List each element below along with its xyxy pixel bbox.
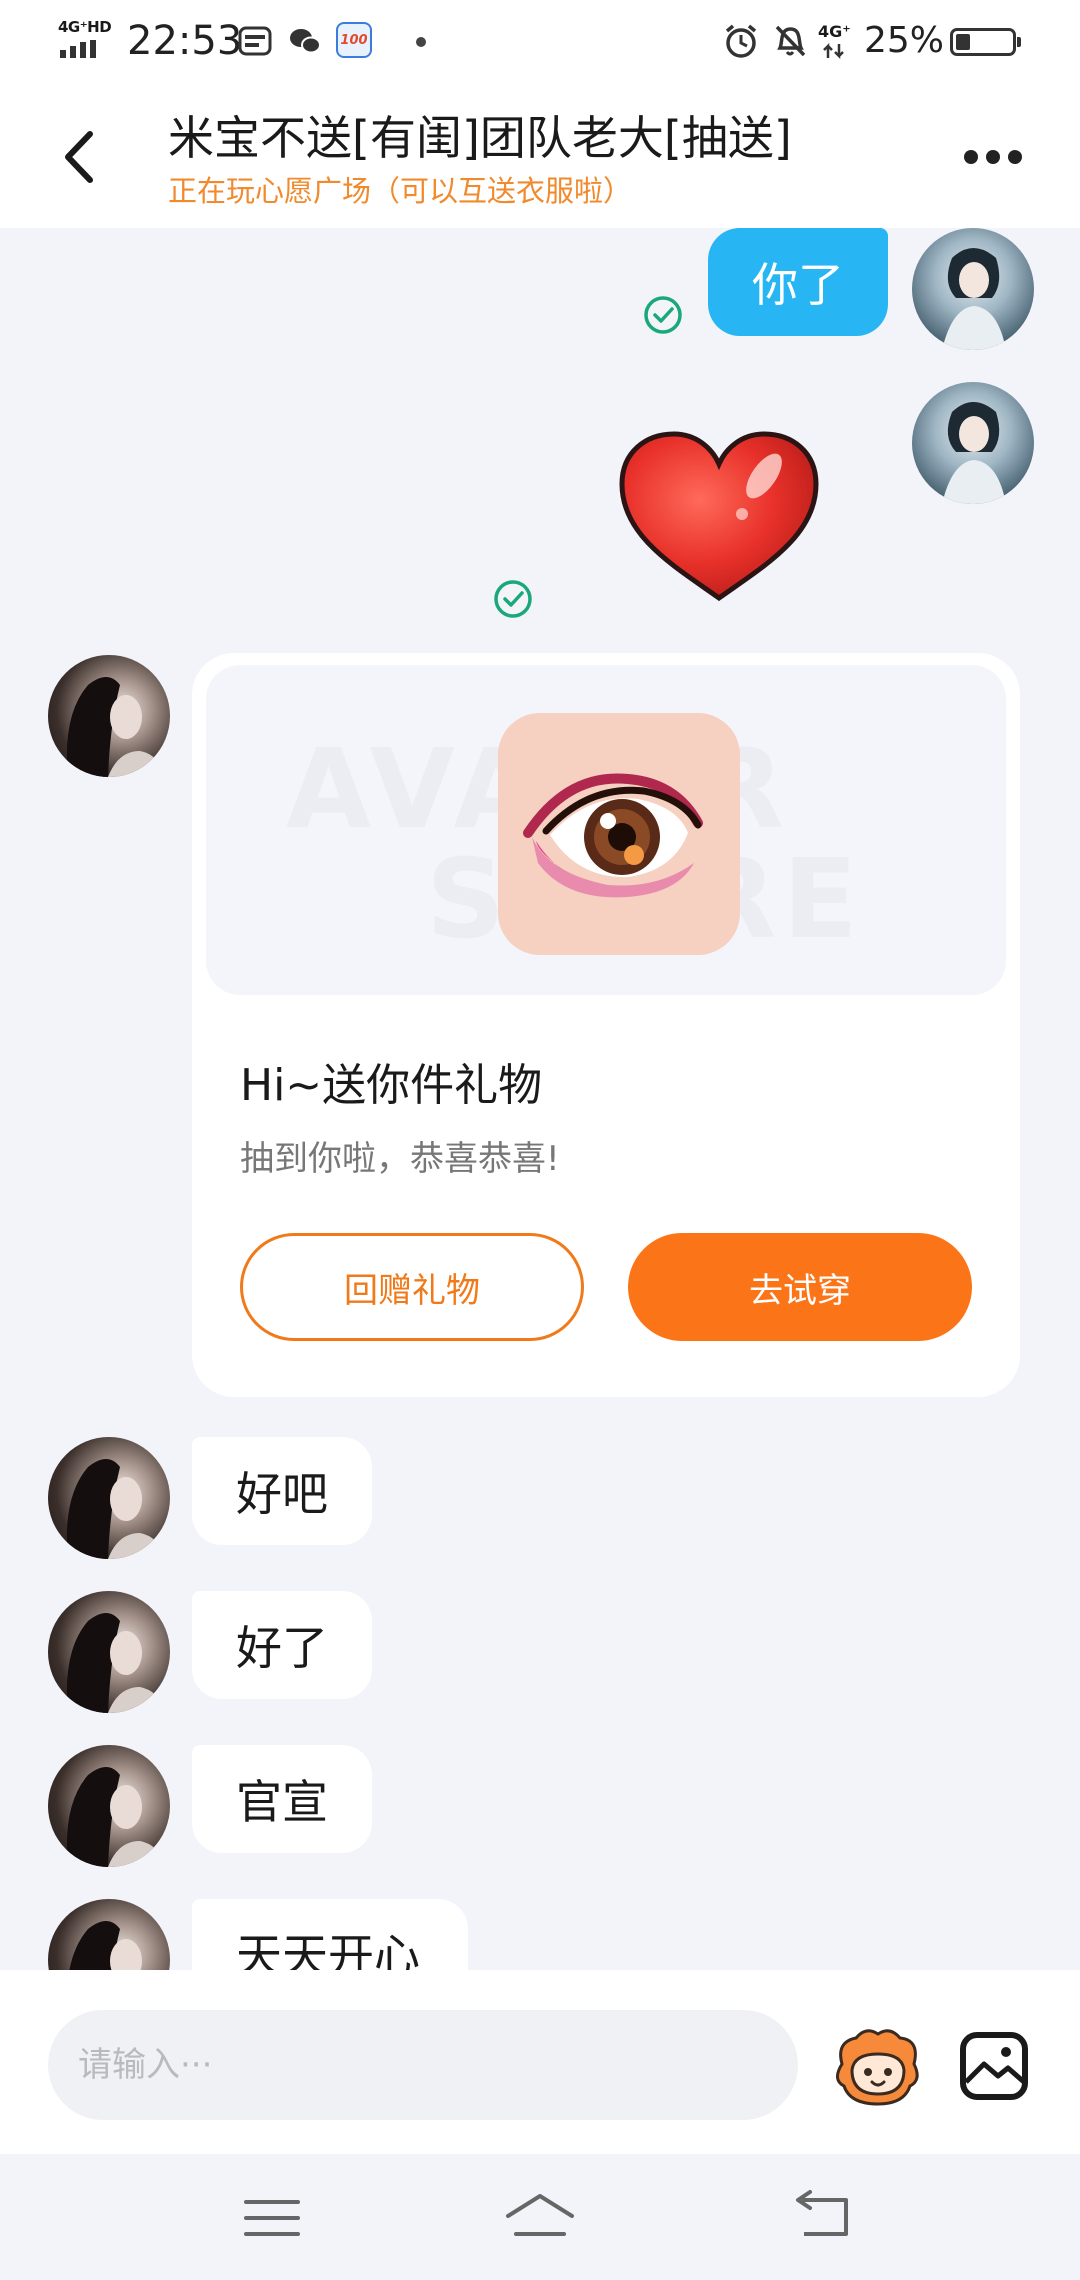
my-avatar[interactable] [912,382,1034,504]
back-icon[interactable] [784,2188,864,2248]
chat-header: 米宝不送[有闺]团队老大[抽送] 正在玩心愿广场（可以互送衣服啦） [0,82,1080,228]
signal-bars-icon [60,40,96,58]
contact-message-text: 好吧 [236,1467,328,1521]
more-notifications-dot [416,37,426,47]
alarm-icon [725,24,757,58]
mobile-data-text: 4G⁺ [818,22,851,41]
heart-sticker[interactable] [614,426,824,606]
system-nav-bar [0,2154,1080,2280]
contact-avatar[interactable] [48,1899,170,1970]
mute-icon [775,25,806,57]
signal-indicator: 4G⁺HD [58,18,112,58]
message-list[interactable]: 你了 Hi~送你件礼物 抽到你啦，恭喜恭喜! 回赠礼物 去试穿 好吧 好了 官宣… [0,228,1080,1970]
network-type: 4G⁺HD [58,18,112,36]
mobile-data-icon: 4G⁺ [818,22,854,62]
emoji-mascot-icon[interactable] [832,2024,922,2108]
contact-message-bubble[interactable]: 好了 [192,1591,372,1699]
contact-message-text: 天天开心 [236,1929,420,1970]
home-icon[interactable] [500,2188,580,2248]
my-message-bubble[interactable]: 你了 [708,228,888,336]
gift-description: 抽到你啦，恭喜恭喜! [240,1139,560,1179]
menu-icon[interactable] [232,2188,312,2248]
status-bar: 4G⁺HD 22:53 100 4G⁺ 25% [0,0,1080,82]
contact-message-text: 官宣 [236,1775,328,1829]
app-badge-icon: 100 [336,22,372,58]
message-input[interactable] [48,2010,798,2120]
return-gift-button[interactable]: 回赠礼物 [240,1233,584,1341]
image-icon[interactable] [958,2030,1030,2102]
try-on-button[interactable]: 去试穿 [628,1233,972,1341]
contact-message-text: 好了 [236,1621,328,1675]
contact-message-bubble[interactable]: 好吧 [192,1437,372,1545]
gift-title: Hi~送你件礼物 [240,1060,543,1111]
clock: 22:53 [127,18,243,64]
gift-preview: AVATAR STORE [206,665,1006,995]
read-check-icon [494,580,532,618]
app-notification-icon [238,26,272,56]
app-badge-text: 100 [340,32,368,48]
contact-avatar[interactable] [48,1437,170,1559]
battery-percent: 25% [864,20,945,61]
back-arrow-icon[interactable] [54,122,114,192]
battery-icon [950,28,1021,56]
contact-avatar[interactable] [48,655,170,777]
eye-gift-icon[interactable] [498,713,740,955]
my-avatar[interactable] [912,228,1034,350]
contact-message-bubble[interactable]: 天天开心 [192,1899,468,1970]
wechat-icon [290,29,321,54]
my-message-text: 你了 [752,258,844,312]
chat-subtitle[interactable]: 正在玩心愿广场（可以互送衣服啦） [168,168,632,210]
read-check-icon [644,296,682,334]
chat-title: 米宝不送[有闺]团队老大[抽送] [168,111,792,165]
contact-avatar[interactable] [48,1591,170,1713]
contact-avatar[interactable] [48,1745,170,1867]
gift-card[interactable]: AVATAR STORE Hi~送你件礼物 抽到你啦，恭喜恭喜! 回赠 [192,653,1020,1397]
more-icon[interactable] [964,142,1026,172]
input-bar [0,1970,1080,2154]
contact-message-bubble[interactable]: 官宣 [192,1745,372,1853]
